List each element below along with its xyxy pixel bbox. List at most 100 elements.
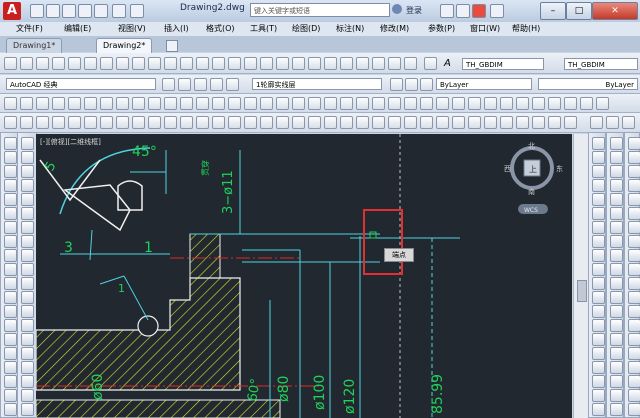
toolbar-tool-icon[interactable] [356, 116, 369, 129]
side-tool-icon[interactable] [592, 193, 605, 206]
toolbar-tool-icon[interactable] [196, 57, 209, 70]
side-tool-icon[interactable] [21, 389, 34, 402]
side-tool-icon[interactable] [4, 305, 17, 318]
toolbar-tool-icon[interactable] [340, 57, 353, 70]
toolbar-tool-icon[interactable] [178, 78, 191, 91]
side-tool-icon[interactable] [610, 389, 623, 402]
toolbar-tool-icon[interactable] [228, 116, 241, 129]
side-tool-icon[interactable] [628, 389, 640, 402]
toolbar-tool-icon[interactable] [276, 116, 289, 129]
viewcube[interactable]: 上 北 南 东 西 WCS [504, 142, 563, 214]
side-tool-icon[interactable] [592, 319, 605, 332]
toolbar-tool-icon[interactable] [596, 97, 609, 110]
toolbar-tool-icon[interactable] [532, 97, 545, 110]
minimize-button[interactable]: – [540, 2, 566, 20]
toolbar-tool-icon[interactable] [164, 97, 177, 110]
toolbar-tool-icon[interactable] [212, 57, 225, 70]
side-tool-icon[interactable] [4, 347, 17, 360]
toolbar-tool-icon[interactable] [132, 116, 145, 129]
toolbar-tool-icon[interactable] [244, 97, 257, 110]
menu-dimension[interactable]: 标注(N) [336, 23, 364, 34]
wcs-label[interactable]: WCS [524, 207, 538, 214]
side-tool-icon[interactable] [592, 263, 605, 276]
toolbar-tool-icon[interactable] [388, 116, 401, 129]
side-tool-icon[interactable] [628, 319, 640, 332]
exchange-icon[interactable] [456, 4, 470, 18]
side-tool-icon[interactable] [592, 249, 605, 262]
toolbar-tool-icon[interactable] [436, 116, 449, 129]
toolbar-tool-icon[interactable] [84, 97, 97, 110]
toolbar-tool-icon[interactable] [116, 57, 129, 70]
side-tool-icon[interactable] [4, 319, 17, 332]
toolbar-tool-icon[interactable] [484, 116, 497, 129]
toolbar-tool-icon[interactable] [148, 57, 161, 70]
toolbar-tool-icon[interactable] [148, 116, 161, 129]
side-tool-icon[interactable] [628, 347, 640, 360]
side-tool-icon[interactable] [21, 249, 34, 262]
new-tab-icon[interactable] [166, 40, 178, 52]
toolbar-tool-icon[interactable] [564, 116, 577, 129]
side-tool-icon[interactable] [610, 221, 623, 234]
side-tool-icon[interactable] [610, 235, 623, 248]
toolbar-tool-icon[interactable] [212, 116, 225, 129]
toolbar-tool-icon[interactable] [276, 57, 289, 70]
side-tool-icon[interactable] [592, 165, 605, 178]
toolbar-tool-icon[interactable] [194, 78, 207, 91]
menu-view[interactable]: 视图(V) [118, 23, 146, 34]
save-icon[interactable] [62, 4, 76, 18]
toolbar-tool-icon[interactable] [180, 116, 193, 129]
toolbar-tool-icon[interactable] [244, 116, 257, 129]
side-tool-icon[interactable] [21, 333, 34, 346]
side-tool-icon[interactable] [610, 347, 623, 360]
toolbar-tool-icon[interactable] [68, 116, 81, 129]
toolbar-tool-icon[interactable] [420, 116, 433, 129]
workspace-dropdown[interactable]: AutoCAD 经典 [6, 78, 156, 90]
side-tool-icon[interactable] [628, 249, 640, 262]
side-tool-icon[interactable] [21, 207, 34, 220]
toolbar-tool-icon[interactable] [324, 116, 337, 129]
side-tool-icon[interactable] [4, 375, 17, 388]
side-tool-icon[interactable] [610, 291, 623, 304]
scrollbar-thumb[interactable] [577, 280, 587, 302]
menu-help[interactable]: 帮助(H) [512, 23, 540, 34]
toolbar-tool-icon[interactable] [20, 57, 33, 70]
side-tool-icon[interactable] [592, 207, 605, 220]
redo-icon[interactable] [130, 4, 144, 18]
side-tool-icon[interactable] [592, 235, 605, 248]
toolbar-tool-icon[interactable] [20, 97, 33, 110]
side-tool-icon[interactable] [4, 137, 17, 150]
open-file-icon[interactable] [46, 4, 60, 18]
toolbar-tool-icon[interactable] [100, 97, 113, 110]
toolbar-tool-icon[interactable] [148, 97, 161, 110]
toolbar-tool-icon[interactable] [404, 116, 417, 129]
color-dropdown[interactable]: ByLayer [436, 78, 532, 90]
toolbar-tool-icon[interactable] [100, 57, 113, 70]
side-tool-icon[interactable] [592, 221, 605, 234]
toolbar-tool-icon[interactable] [162, 78, 175, 91]
side-tool-icon[interactable] [21, 277, 34, 290]
side-tool-icon[interactable] [592, 333, 605, 346]
side-tool-icon[interactable] [628, 221, 640, 234]
vertical-scrollbar[interactable] [573, 134, 588, 418]
toolbar-tool-icon[interactable] [4, 57, 17, 70]
side-tool-icon[interactable] [610, 277, 623, 290]
side-tool-icon[interactable] [4, 179, 17, 192]
toolbar-tool-icon[interactable] [590, 116, 603, 129]
toolbar-tool-icon[interactable] [196, 97, 209, 110]
toolbar-tool-icon[interactable] [404, 97, 417, 110]
side-tool-icon[interactable] [592, 151, 605, 164]
side-tool-icon[interactable] [4, 263, 17, 276]
side-tool-icon[interactable] [628, 137, 640, 150]
side-tool-icon[interactable] [4, 361, 17, 374]
autodesk-icon[interactable] [472, 4, 486, 18]
side-tool-icon[interactable] [592, 347, 605, 360]
toolbar-tool-icon[interactable] [468, 116, 481, 129]
side-tool-icon[interactable] [628, 361, 640, 374]
linetype-dropdown[interactable]: ByLayer [538, 78, 638, 90]
side-tool-icon[interactable] [21, 403, 34, 416]
toolbar-tool-icon[interactable] [390, 78, 403, 91]
toolbar-tool-icon[interactable] [372, 57, 385, 70]
toolbar-tool-icon[interactable] [276, 97, 289, 110]
toolbar-tool-icon[interactable] [404, 57, 417, 70]
dim-style2-dropdown[interactable]: TH_GBDIM [564, 58, 638, 70]
